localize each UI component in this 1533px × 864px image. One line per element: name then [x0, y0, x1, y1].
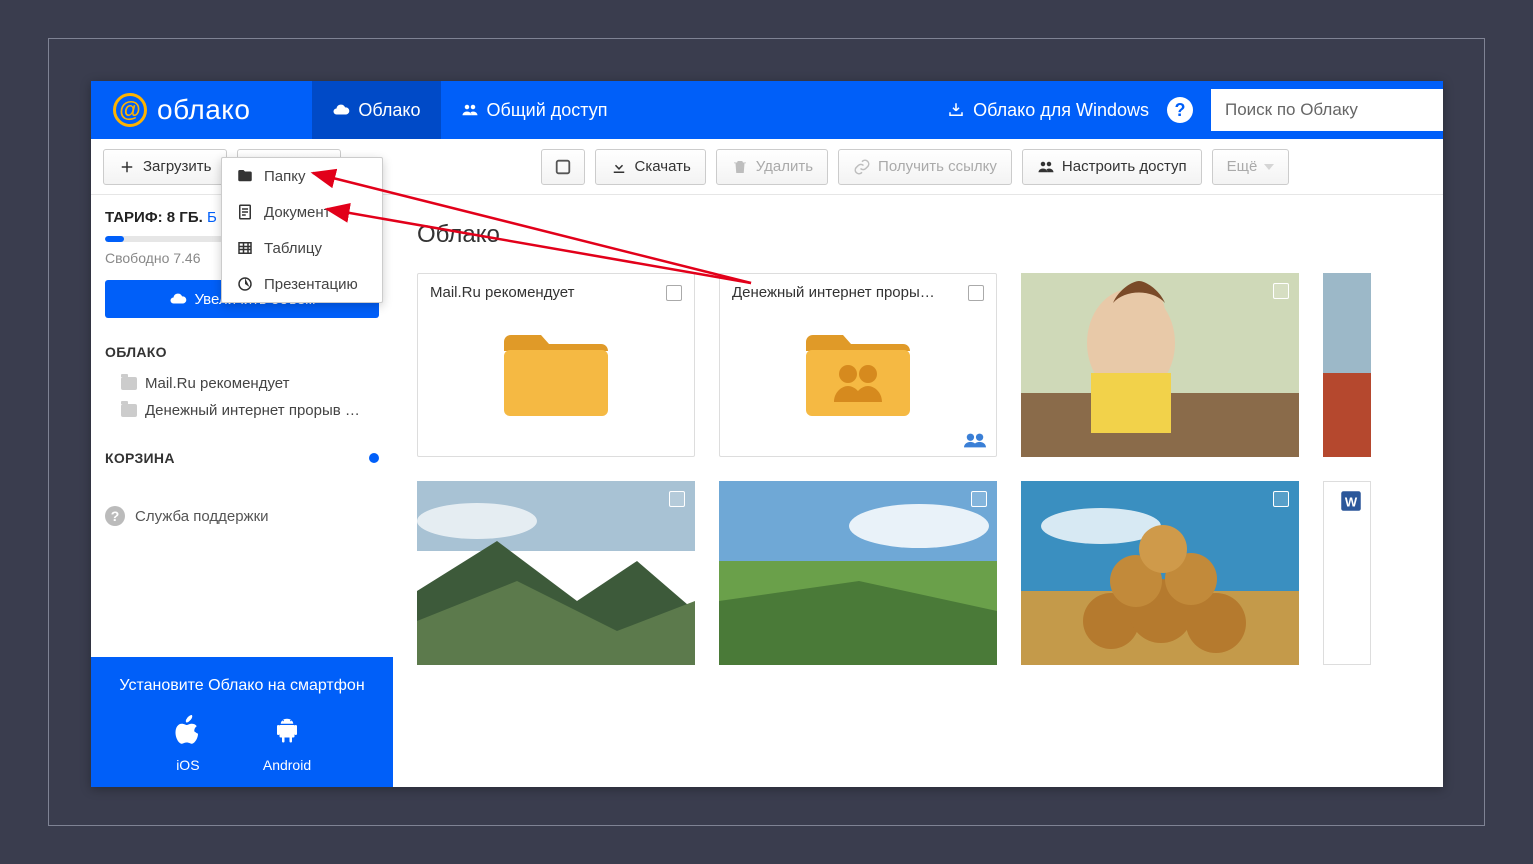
- search-input[interactable]: [1211, 89, 1443, 131]
- promo-android[interactable]: Android: [263, 713, 311, 773]
- table-icon: [236, 239, 254, 257]
- cloud-icon: [332, 101, 350, 119]
- image-thumbnail[interactable]: [1021, 273, 1299, 457]
- folder-shared-large-icon: [798, 324, 918, 424]
- photo-icon: [1021, 481, 1299, 665]
- question-icon: ?: [105, 506, 125, 526]
- folder-icon: [121, 377, 137, 390]
- create-dropdown: Папку Документ Таблицу Презентацию: [221, 157, 383, 303]
- nav-cloud[interactable]: Облако: [312, 81, 440, 139]
- header: @ облако Облако Общий доступ Облако для …: [91, 81, 1443, 139]
- image-thumbnail[interactable]: [1323, 273, 1371, 457]
- upload-button[interactable]: Загрузить: [103, 149, 227, 185]
- pie-chart-icon: [236, 275, 254, 293]
- tree-item[interactable]: Денежный интернет прорыв …: [105, 397, 379, 424]
- sidebar-section-cloud: ОБЛАКО: [105, 344, 379, 360]
- caret-down-icon: [1264, 164, 1274, 170]
- cloud-icon: [169, 290, 187, 308]
- folder-card[interactable]: Mail.Ru рекомендует: [417, 273, 695, 457]
- logo-text: облако: [157, 94, 250, 126]
- download-button[interactable]: Скачать: [595, 149, 706, 185]
- checkbox-icon: [554, 158, 572, 176]
- more-button[interactable]: Ещё: [1212, 149, 1290, 185]
- select-checkbox[interactable]: [968, 285, 984, 301]
- download-windows-link[interactable]: Облако для Windows: [947, 100, 1149, 121]
- plus-icon: [118, 158, 136, 176]
- select-checkbox[interactable]: [669, 491, 685, 507]
- tariff-link[interactable]: Б: [207, 209, 217, 226]
- create-table-item[interactable]: Таблицу: [222, 230, 382, 266]
- select-checkbox[interactable]: [1273, 283, 1289, 299]
- document-icon: [236, 203, 254, 221]
- link-icon: [853, 158, 871, 176]
- trash-icon: [731, 158, 749, 176]
- top-nav: Облако Общий доступ: [312, 81, 627, 139]
- app-window: @ облако Облако Общий доступ Облако для …: [91, 81, 1443, 787]
- file-grid: Mail.Ru рекомендует Денежный интернет пр…: [417, 273, 1419, 457]
- image-thumbnail[interactable]: [1021, 481, 1299, 665]
- help-button[interactable]: ?: [1167, 97, 1193, 123]
- shared-badge-icon: [964, 432, 986, 448]
- select-checkbox[interactable]: [666, 285, 682, 301]
- download-icon: [610, 158, 628, 176]
- people-icon: [461, 101, 479, 119]
- mobile-promo: Установите Облако на смартфон iOS Androi…: [91, 657, 393, 787]
- svg-text:W: W: [1345, 494, 1358, 509]
- folder-icon: [121, 404, 137, 417]
- word-doc-icon: W: [1338, 488, 1364, 514]
- select-checkbox[interactable]: [1273, 491, 1289, 507]
- promo-ios[interactable]: iOS: [173, 713, 203, 773]
- card-title: Mail.Ru рекомендует: [430, 284, 575, 301]
- people-icon: [1037, 158, 1055, 176]
- tree-item[interactable]: Mail.Ru рекомендует: [105, 370, 379, 397]
- sidebar-section-trash[interactable]: КОРЗИНА: [105, 450, 175, 466]
- create-folder-item[interactable]: Папку: [222, 158, 382, 194]
- get-link-button[interactable]: Получить ссылку: [838, 149, 1012, 185]
- select-checkbox[interactable]: [971, 491, 987, 507]
- photo-icon: [1323, 273, 1371, 457]
- photo-icon: [719, 481, 997, 665]
- breadcrumb: Облако: [417, 221, 1419, 249]
- photo-icon: [1021, 273, 1299, 457]
- card-title: Денежный интернет проры…: [732, 284, 935, 301]
- download-box-icon: [947, 101, 965, 119]
- share-settings-button[interactable]: Настроить доступ: [1022, 149, 1202, 185]
- delete-button[interactable]: Удалить: [716, 149, 828, 185]
- mailru-at-icon: @: [113, 93, 147, 127]
- trash-indicator-dot: [369, 453, 379, 463]
- select-all-button[interactable]: [541, 149, 585, 185]
- create-presentation-item[interactable]: Презентацию: [222, 266, 382, 302]
- nav-shared[interactable]: Общий доступ: [441, 81, 628, 139]
- folder-icon: [236, 167, 254, 185]
- folder-card[interactable]: Денежный интернет проры…: [719, 273, 997, 457]
- apple-icon: [173, 713, 203, 747]
- support-link[interactable]: ? Служба поддержки: [105, 506, 379, 526]
- main-content: Облако Mail.Ru рекомендует Де: [393, 195, 1443, 787]
- image-thumbnail[interactable]: [417, 481, 695, 665]
- create-document-item[interactable]: Документ: [222, 194, 382, 230]
- image-thumbnail[interactable]: [719, 481, 997, 665]
- logo[interactable]: @ облако: [91, 93, 272, 127]
- folder-large-icon: [496, 324, 616, 424]
- android-icon: [272, 713, 302, 747]
- photo-icon: [417, 481, 695, 665]
- document-thumbnail[interactable]: W: [1323, 481, 1371, 665]
